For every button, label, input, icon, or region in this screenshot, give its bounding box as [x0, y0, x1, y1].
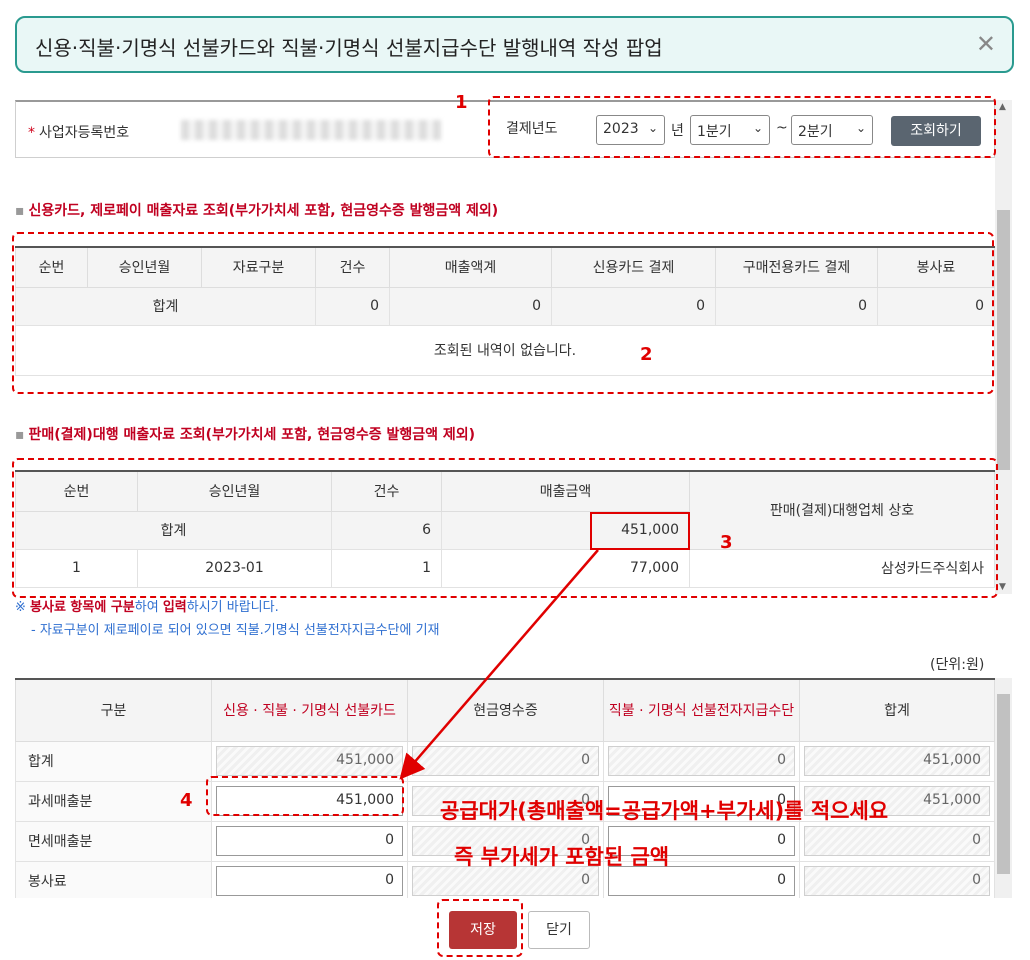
unit-label: (단위:원): [930, 657, 985, 673]
col-header: 직불 · 기명식 선불전자지급수단: [603, 678, 800, 742]
row-label: 합계: [15, 740, 212, 782]
annotation-number: 3: [720, 532, 733, 553]
col-header: 합계: [799, 678, 995, 742]
popup-titlebar: 신용·직불·기명식 선불카드와 직불·기명식 선불지급수단 발행내역 작성 팝업…: [15, 16, 1014, 73]
section2-title: ▪ 판매(결제)대행 매출자료 조회(부가가치세 포함, 현금영수증 발행금액 제…: [15, 427, 476, 443]
note-line-2: - 자료구분이 제로페이로 되어 있으면 직불.기명식 선불전자지급수단에 기재: [31, 623, 440, 638]
exempt-sum-field: 0: [804, 826, 990, 856]
note-line-1: ※ 봉사료 항목에 구분하여 입력하시기 바랍니다.: [15, 600, 279, 615]
required-mark: *: [28, 125, 35, 141]
col-header: 현금영수증: [407, 678, 604, 742]
col-header: 구분: [15, 678, 212, 742]
col-header: 신용 · 직불 · 기명식 선불카드: [211, 678, 408, 742]
annotation-box-save: [437, 899, 523, 957]
lower-scrollbar[interactable]: [995, 678, 1012, 898]
service-card-input[interactable]: 0: [216, 866, 403, 896]
row-label: 면세매출분: [15, 820, 212, 862]
biz-number-masked: [181, 120, 441, 140]
annotation-box-4: [206, 776, 404, 816]
popup-window: 신용·직불·기명식 선불카드와 직불·기명식 선불지급수단 발행내역 작성 팝업…: [0, 0, 1030, 960]
annotation-number: 2: [640, 344, 653, 365]
total-prepaid-field: 0: [608, 746, 795, 776]
total-cash-field: 0: [412, 746, 599, 776]
annotation-callout: 공급대가(총매출액=공급가액+부가세)를 적으세요: [440, 799, 889, 823]
annotation-box-1: [488, 96, 996, 158]
annotation-highlight: [590, 512, 690, 550]
annotation-box-2: [12, 232, 994, 394]
exempt-card-input[interactable]: 0: [216, 826, 403, 856]
total-sum-field: 451,000: [804, 746, 990, 776]
row-label: 봉사료: [15, 860, 212, 898]
biz-number-label: * 사업자등록번호: [28, 125, 130, 141]
scroll-down-icon[interactable]: ▼: [999, 582, 1006, 592]
annotation-callout: 즉 부가세가 포함된 금액: [454, 845, 670, 869]
notes-block: ※ 봉사료 항목에 구분하여 입력하시기 바랍니다. - 자료구분이 제로페이로…: [15, 596, 995, 638]
annotation-number: 1: [455, 92, 468, 113]
close-icon[interactable]: ✕: [976, 30, 996, 58]
section1-title: ▪ 신용카드, 제로페이 매출자료 조회(부가가치세 포함, 현금영수증 발행금액…: [15, 203, 499, 219]
scroll-thumb[interactable]: [997, 694, 1010, 874]
annotation-box-3: [12, 458, 998, 598]
table-row: 합계 451,000 0 0 451,000: [15, 740, 995, 782]
scroll-thumb[interactable]: [997, 210, 1010, 470]
service-sum-field: 0: [804, 866, 990, 896]
scroll-up-icon[interactable]: ▲: [999, 102, 1006, 112]
total-card-field: 451,000: [216, 746, 403, 776]
close-button[interactable]: 닫기: [528, 911, 590, 949]
annotation-number: 4: [180, 790, 193, 811]
popup-title: 신용·직불·기명식 선불카드와 직불·기명식 선불지급수단 발행내역 작성 팝업: [35, 36, 663, 60]
